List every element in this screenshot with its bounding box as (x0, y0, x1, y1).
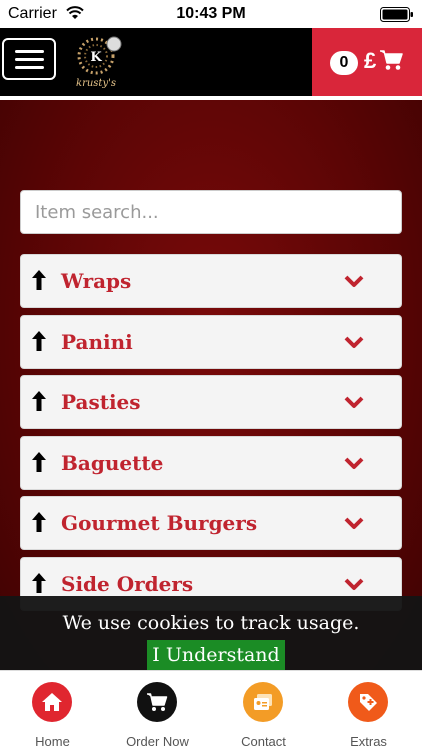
cookie-message: We use cookies to track usage. (62, 612, 360, 634)
arrow-up-icon (32, 331, 46, 351)
category-label: Pasties (61, 390, 141, 414)
menu-line (15, 50, 44, 53)
category-wraps[interactable]: Wraps (20, 254, 402, 308)
contact-card-icon (243, 682, 283, 722)
item-search-input[interactable] (20, 190, 402, 234)
tab-label: Home (35, 734, 70, 749)
category-pasties[interactable]: Pasties (20, 375, 402, 429)
category-label: Wraps (61, 269, 132, 293)
cart-icon (137, 682, 177, 722)
accept-cookies-button[interactable]: I Understand (147, 640, 285, 670)
arrow-up-icon (32, 452, 46, 472)
svg-text:krusty's: krusty's (76, 78, 116, 89)
arrow-up-icon (32, 270, 46, 290)
tab-label: Contact (241, 734, 286, 749)
hamburger-menu-button[interactable] (2, 38, 56, 80)
battery-icon (380, 7, 413, 22)
category-panini[interactable]: Panini (20, 315, 402, 369)
home-icon (32, 682, 72, 722)
chevron-down-icon (344, 275, 364, 287)
bottom-tab-bar: Home Order Now Contact Extras (0, 670, 422, 751)
status-bar: Carrier 10:43 PM (0, 0, 422, 28)
svg-text:K: K (90, 50, 102, 65)
category-label: Baguette (61, 451, 164, 475)
tab-label: Extras (350, 734, 387, 749)
cart-button[interactable]: 0 £ (312, 28, 422, 96)
chevron-down-icon (344, 396, 364, 408)
category-baguette[interactable]: Baguette (20, 436, 402, 490)
arrow-up-icon (32, 391, 46, 411)
category-label: Panini (61, 330, 133, 354)
arrow-up-icon (32, 512, 46, 532)
brand-logo[interactable]: K krusty's (72, 36, 124, 90)
tab-home[interactable]: Home (0, 671, 105, 751)
tag-plus-icon (348, 682, 388, 722)
chevron-down-icon (344, 517, 364, 529)
category-label: Side Orders (61, 572, 194, 596)
cart-count-badge: 0 (330, 51, 358, 75)
chevron-down-icon (344, 578, 364, 590)
category-label: Gourmet Burgers (61, 511, 258, 535)
menu-line (15, 66, 44, 69)
chevron-down-icon (344, 336, 364, 348)
cart-icon (380, 50, 403, 70)
tab-extras[interactable]: Extras (316, 671, 421, 751)
cart-currency: £ (364, 48, 377, 73)
tab-label: Order Now (126, 734, 189, 749)
cookie-banner: We use cookies to track usage. I Underst… (0, 596, 422, 670)
chevron-down-icon (344, 457, 364, 469)
menu-line (15, 58, 44, 61)
arrow-up-icon (32, 573, 46, 593)
category-gourmet-burgers[interactable]: Gourmet Burgers (20, 496, 402, 550)
app-header: K krusty's 0 £ (0, 28, 422, 96)
tab-contact[interactable]: Contact (211, 671, 316, 751)
clock: 10:43 PM (176, 5, 246, 22)
menu-category-panel: Wraps Panini Pasties Baguette Gourmet Bu… (0, 100, 422, 670)
tab-order-now[interactable]: Order Now (105, 671, 210, 751)
